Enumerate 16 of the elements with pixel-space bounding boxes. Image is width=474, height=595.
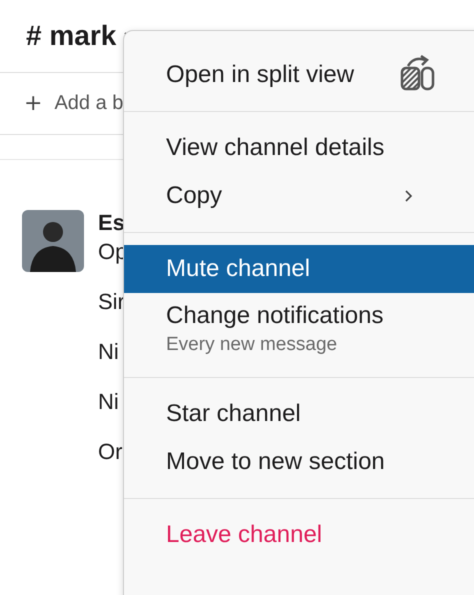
menu-item[interactable]: Leave channel [124,511,474,559]
menu-item[interactable]: Change notifications Every new message [124,293,474,365]
message-text: Or [98,438,124,466]
avatar [22,210,84,272]
split-view-icon [400,55,436,91]
menu-item[interactable]: Star channel [124,390,474,438]
message-text: Ni [98,338,120,366]
menu-item[interactable]: Open in split view [124,51,474,99]
add-bookmark-link[interactable]: Add a b [54,92,124,115]
channel-title[interactable]: # mark [26,20,116,52]
menu-item[interactable]: Move to new section [124,438,474,486]
plus-icon: + [24,91,42,116]
message-text: Sir [98,288,126,316]
message-text: Ni [98,388,120,416]
menu-item[interactable]: Mute channel [124,245,474,293]
menu-item[interactable]: View channel details [124,124,474,172]
